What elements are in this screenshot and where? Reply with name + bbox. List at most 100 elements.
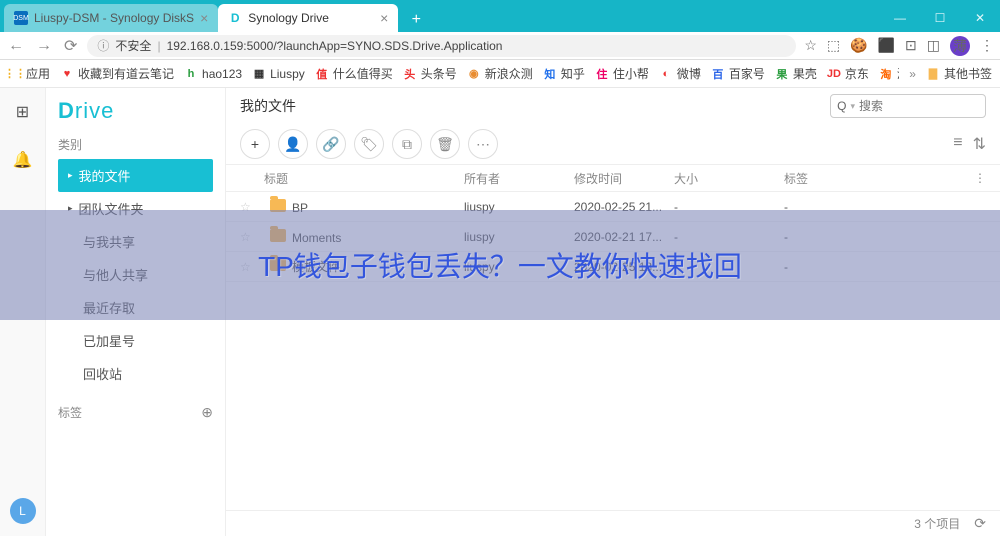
bell-icon[interactable]: 🔔 — [13, 150, 33, 170]
refresh-icon[interactable]: ⟳ — [974, 515, 986, 532]
bookmark-icon: ▦ — [252, 67, 266, 81]
search-icon: Q — [837, 99, 846, 113]
apps-icon[interactable]: ⊞ — [16, 102, 29, 122]
chevron-right-icon: ▸ — [68, 170, 73, 181]
bookmark-icon: h — [184, 67, 198, 81]
url-input[interactable]: ⓘ 不安全 | 192.168.0.159:5000/?launchApp=SY… — [87, 35, 796, 57]
bookmark-item[interactable]: 百百家号 — [711, 65, 765, 82]
bookmark-item[interactable]: 淘淘记 — [879, 65, 899, 82]
tags-section: 标签 ⊕ — [58, 404, 213, 421]
bookmark-icon: 果 — [775, 67, 789, 81]
back-button[interactable]: ← — [6, 37, 26, 55]
col-owner[interactable]: 所有者 — [464, 170, 574, 187]
url-text: 192.168.0.159:5000/?launchApp=SYNO.SDS.D… — [167, 39, 503, 53]
sidebar-section-label: 类别 — [58, 136, 213, 153]
minimize-button[interactable]: — — [880, 4, 920, 32]
col-title[interactable]: 标题 — [264, 170, 464, 187]
bookmark-item[interactable]: 住住小帮 — [595, 65, 649, 82]
app-logo: Drive — [58, 98, 213, 124]
browser-titlebar: DSM Liuspy-DSM - Synology DiskS × D Syno… — [0, 0, 1000, 32]
star-icon[interactable]: ☆ — [804, 37, 817, 54]
chevron-down-icon[interactable]: ▾ — [850, 101, 855, 112]
maximize-button[interactable]: ☐ — [920, 4, 960, 32]
tab-title: Synology Drive — [248, 11, 329, 25]
forward-button[interactable]: → — [34, 37, 54, 55]
col-more-icon[interactable]: ⋮ — [966, 171, 986, 185]
item-count: 3 个项目 — [914, 515, 960, 532]
browser-tab-1[interactable]: D Synology Drive × — [218, 4, 398, 32]
url-security: 不安全 — [115, 37, 151, 54]
watermark-text: TP钱包子钱包丢失？一文教你快速找回 — [258, 245, 742, 285]
bookmark-icon: 值 — [315, 67, 329, 81]
main-header: 我的文件 Q ▾ — [226, 88, 1000, 124]
bookmark-icon: 淘 — [879, 67, 893, 81]
bookmark-item[interactable]: 头头条号 — [403, 65, 457, 82]
search-box[interactable]: Q ▾ — [830, 94, 986, 118]
close-button[interactable]: ✕ — [960, 4, 1000, 32]
sidebar-item[interactable]: 已加星号 — [58, 324, 213, 357]
bookmark-item[interactable]: JD京东 — [827, 65, 869, 82]
ext-icon[interactable]: ◫ — [927, 37, 940, 54]
bookmark-icon: ⋮⋮ — [8, 67, 22, 81]
other-bookmarks[interactable]: ▇ 其他书签 — [926, 65, 992, 82]
menu-icon[interactable]: ⋮ — [980, 37, 994, 54]
bookmark-item[interactable]: ▦Liuspy — [252, 67, 305, 81]
bookmark-icon: 住 — [595, 67, 609, 81]
dsm-favicon: DSM — [14, 11, 28, 25]
link-button[interactable]: 🔗 — [316, 129, 346, 159]
bookmark-item[interactable]: ◐微博 — [659, 65, 701, 82]
col-tags[interactable]: 标签 — [784, 170, 966, 187]
user-avatar[interactable]: L — [10, 498, 36, 524]
reload-button[interactable]: ⟳ — [62, 36, 79, 56]
ext-icon[interactable]: ⊡ — [905, 37, 917, 54]
tag-button[interactable]: 🏷 — [354, 129, 384, 159]
table-header: 标题 所有者 修改时间 大小 标签 ⋮ — [226, 164, 1000, 192]
unsafe-icon: ⓘ — [97, 37, 109, 54]
col-size[interactable]: 大小 — [674, 170, 784, 187]
sidebar-item[interactable]: 回收站 — [58, 357, 213, 390]
window-controls: — ☐ ✕ — [880, 4, 1000, 32]
ext-icon[interactable]: ⬛ — [878, 37, 895, 54]
ext-icon[interactable]: ⬚ — [827, 37, 840, 54]
bookmark-icon: 头 — [403, 67, 417, 81]
search-input[interactable] — [859, 99, 979, 113]
bookmark-icon: ♥ — [60, 67, 74, 81]
close-icon[interactable]: × — [200, 10, 208, 26]
bookmark-item[interactable]: 果果壳 — [775, 65, 817, 82]
drive-favicon: D — [228, 11, 242, 25]
bookmark-icon: 知 — [543, 67, 557, 81]
folder-icon: ▇ — [926, 67, 940, 81]
bookmarks-bar: ⋮⋮应用 ♥收藏到有道云笔记 hhao123 ▦Liuspy 值什么值得买头头条号 ◉新浪… — [0, 60, 1000, 88]
toolbar: + 👤 🔗 🏷 ⧉ 🗑 ⋯ ≡ ⇅ — [226, 124, 1000, 164]
bookmark-icon: 百 — [711, 67, 725, 81]
add-button[interactable]: + — [240, 129, 270, 159]
status-bar: 3 个项目 ⟳ — [226, 510, 1000, 536]
add-tag-button[interactable]: ⊕ — [201, 404, 213, 421]
copy-button[interactable]: ⧉ — [392, 129, 422, 159]
col-modified[interactable]: 修改时间 — [574, 170, 674, 187]
bookmark-icon: ◉ — [467, 67, 481, 81]
bookmark-item[interactable]: ♥收藏到有道云笔记 — [60, 65, 174, 82]
sidebar-item[interactable]: ▸我的文件 — [58, 159, 213, 192]
new-tab-button[interactable]: + — [404, 8, 428, 32]
toolbar-right-icons: ☆ ⬚ 🍪 ⬛ ⊡ ◫ 薄 ⋮ — [804, 36, 994, 56]
bookmark-item[interactable]: 值什么值得买 — [315, 65, 393, 82]
profile-avatar[interactable]: 薄 — [950, 36, 970, 56]
share-user-button[interactable]: 👤 — [278, 129, 308, 159]
watermark-overlay: TP钱包子钱包丢失？一文教你快速找回 — [0, 210, 1000, 320]
sort-button[interactable]: ⇅ — [973, 134, 986, 154]
page-title: 我的文件 — [240, 96, 296, 116]
close-icon[interactable]: × — [380, 10, 388, 26]
browser-tab-0[interactable]: DSM Liuspy-DSM - Synology DiskS × — [4, 4, 218, 32]
list-view-button[interactable]: ≡ — [953, 134, 962, 154]
bookmark-item[interactable]: 知知乎 — [543, 65, 585, 82]
bookmark-item[interactable]: ⋮⋮应用 — [8, 65, 50, 82]
address-bar: ← → ⟳ ⓘ 不安全 | 192.168.0.159:5000/?launch… — [0, 32, 1000, 60]
bookmark-item[interactable]: hhao123 — [184, 67, 242, 81]
ext-icon[interactable]: 🍪 — [850, 37, 867, 54]
delete-button[interactable]: 🗑 — [430, 129, 460, 159]
bookmark-item[interactable]: ◉新浪众测 — [467, 65, 533, 82]
bookmark-icon: ◐ — [659, 67, 673, 81]
tags-label: 标签 — [58, 404, 82, 421]
more-button[interactable]: ⋯ — [468, 129, 498, 159]
